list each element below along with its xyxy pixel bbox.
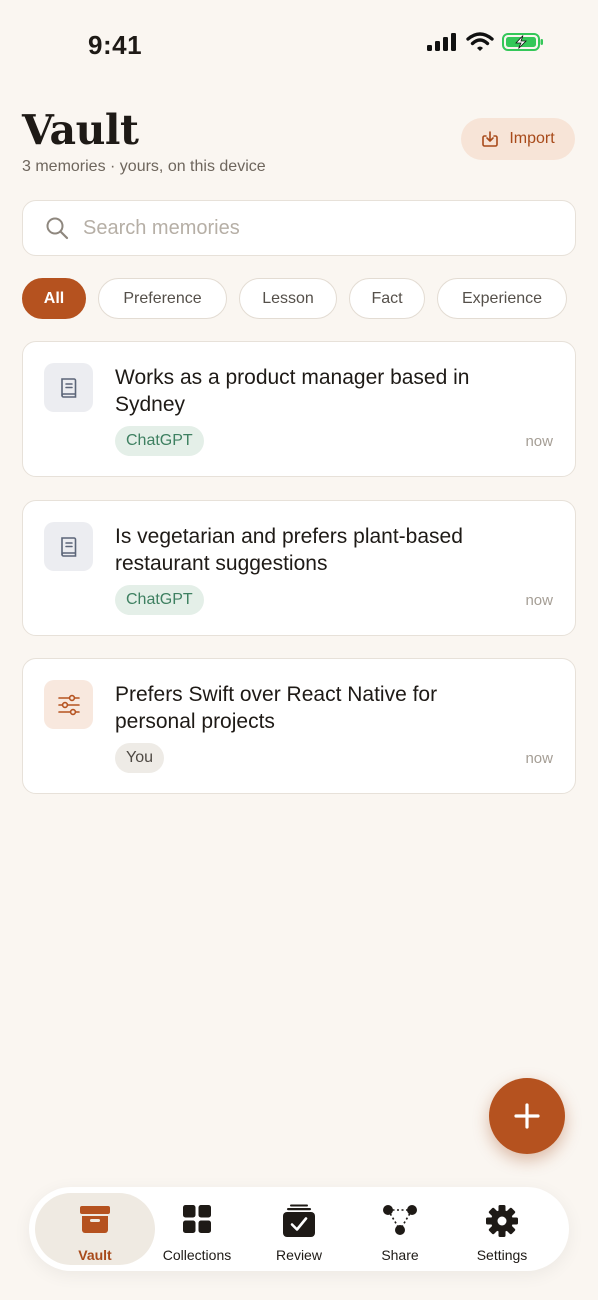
filter-chip-fact[interactable]: Fact [349,278,425,319]
search-bar[interactable] [22,200,576,256]
sliders-icon [57,694,80,715]
filter-chip-lesson[interactable]: Lesson [239,278,337,319]
wifi-icon [466,32,494,51]
memory-source-tag: ChatGPT [115,426,204,456]
import-button-label: Import [509,130,555,147]
filter-chip-all[interactable]: All [22,278,86,319]
filter-chip-preference[interactable]: Preference [98,278,227,319]
memory-type-badge [44,522,93,571]
status-time: 9:41 [88,30,143,60]
plus-icon [514,1103,540,1129]
checklist-stack-icon [283,1204,315,1237]
book-icon [60,377,76,398]
share-nodes-icon [383,1205,417,1235]
memory-source-tag: ChatGPT [115,585,204,615]
import-button[interactable]: Import [461,118,575,160]
tab-label: Share [381,1247,419,1263]
memory-text: Works as a product manager based in Sydn… [115,366,470,416]
tab-collections[interactable]: Collections [146,1193,248,1265]
cellular-signal-icon [427,33,456,51]
tab-vault[interactable]: Vault [35,1193,155,1265]
archive-box-icon [80,1206,110,1233]
import-icon [482,131,499,147]
search-icon [46,217,69,240]
grid-icon [183,1205,211,1233]
status-bar: 9:41 [0,0,598,90]
status-icons [426,32,544,52]
page-subtitle: 3 memories · yours, on this device [22,158,266,175]
filter-chips: All Preference Lesson Fact Experience [22,278,567,319]
memory-timestamp: now [525,433,553,450]
tab-label: Vault [78,1247,112,1263]
vault-screen: 9:41 Vault 3 memories · yours, on this d… [0,0,598,1300]
tab-label: Collections [162,1247,232,1263]
memory-type-badge [44,680,93,729]
memory-text: Is vegetarian and prefers plant-based re… [115,525,463,575]
tab-label: Settings [476,1247,528,1263]
memory-card[interactable]: Is vegetarian and prefers plant-based re… [22,500,576,636]
tab-review[interactable]: Review [248,1193,350,1265]
tab-share[interactable]: Share [349,1193,451,1265]
memory-text: Prefers Swift over React Native for pers… [115,683,438,733]
search-input[interactable] [83,216,523,240]
filter-chip-experience[interactable]: Experience [437,278,567,319]
memory-card[interactable]: Works as a product manager based in Sydn… [22,341,576,477]
book-icon [60,536,76,557]
memory-timestamp: now [525,592,553,609]
memory-source-tag: You [115,743,164,773]
battery-charging-icon [502,33,543,51]
add-memory-button[interactable] [489,1078,565,1154]
tab-label: Review [276,1247,322,1263]
page-title: Vault [22,106,139,154]
memory-type-badge [44,363,93,412]
gear-icon [486,1205,518,1237]
memory-timestamp: now [525,750,553,767]
memory-card[interactable]: Prefers Swift over React Native for pers… [22,658,576,794]
tab-settings[interactable]: Settings [451,1193,553,1265]
tab-bar: Vault Collections Review Share Settings [29,1187,569,1271]
